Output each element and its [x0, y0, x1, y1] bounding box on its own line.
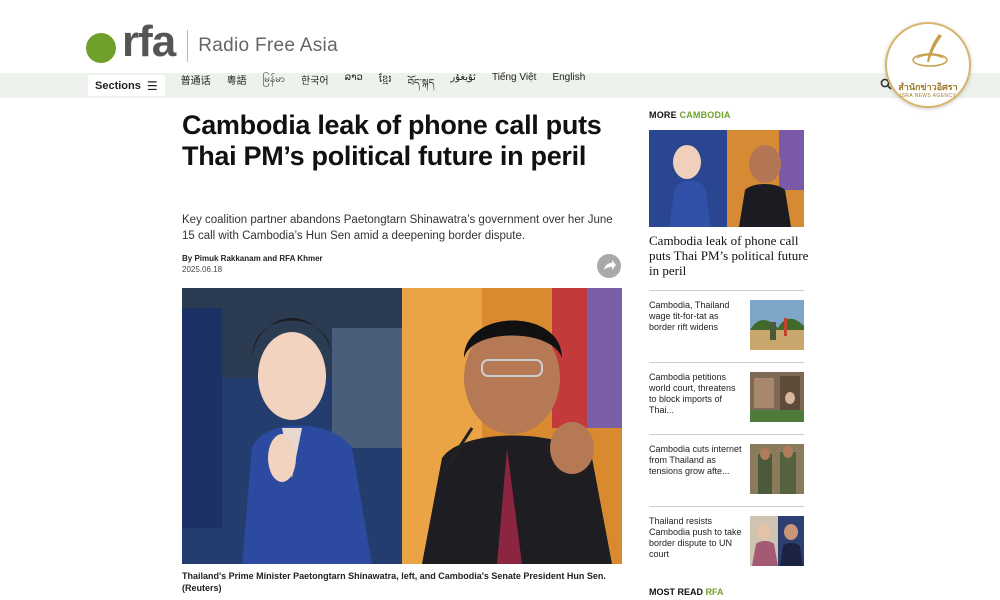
- sidebar-item-thumbnail[interactable]: [750, 300, 804, 350]
- sidebar-item-title[interactable]: Thailand resists Cambodia push to take b…: [649, 516, 743, 560]
- sidebar-feature-photo: [649, 130, 804, 227]
- quill-emblem-icon: [912, 34, 948, 67]
- language-link-cantonese[interactable]: 粵語: [227, 72, 247, 100]
- photo-thai-prime-minister: [182, 288, 402, 564]
- site-name: Radio Free Asia: [198, 35, 338, 56]
- thumbnail-border-soldiers: [750, 300, 804, 350]
- sidebar-feature-title[interactable]: Cambodia leak of phone call puts Thai PM…: [649, 233, 809, 278]
- sidebar-divider: [649, 506, 804, 507]
- sidebar-item-title[interactable]: Cambodia petitions world court, threaten…: [649, 372, 743, 416]
- thumbnail-soldiers-internet: [750, 444, 804, 494]
- article-dek: Key coalition partner abandons Paetongta…: [182, 214, 613, 242]
- article-date: 2025.06.18: [182, 265, 223, 274]
- thumbnail-thai-officials: [750, 516, 804, 566]
- language-link-korean[interactable]: 한국어: [301, 72, 329, 100]
- article-headline: Cambodia leak of phone call puts Thai PM…: [182, 110, 602, 171]
- article-hero-image: [182, 288, 622, 564]
- most-read-label: MOST READ RFA: [649, 587, 724, 597]
- sidebar-divider: [649, 434, 804, 435]
- badge-subtitle: ISRA NEWS AGENCY: [899, 93, 957, 99]
- sidebar-item-thumbnail[interactable]: [750, 372, 804, 422]
- language-nav-bar: Sections ☰ 普通话 粵語 မြန်မာ 한국어 ລາວ ខ្មែរ བ…: [0, 72, 1000, 100]
- sidebar-divider: [649, 290, 804, 291]
- language-link-english[interactable]: English: [552, 72, 585, 100]
- sidebar-item-thumbnail[interactable]: [750, 516, 804, 566]
- sidebar-item-title[interactable]: Cambodia, Thailand wage tit-for-tat as b…: [649, 300, 743, 333]
- sidebar-item-thumbnail[interactable]: [750, 444, 804, 494]
- language-link-burmese[interactable]: မြန်မာ: [263, 72, 285, 100]
- site-header: rfa Radio Free Asia: [0, 0, 1000, 74]
- photo-hun-sen: [402, 288, 622, 564]
- most-read-prefix: MOST READ: [649, 587, 703, 597]
- isra-news-badge: สำนักข่าวอิศรา ISRA NEWS AGENCY: [885, 22, 971, 108]
- more-section-label: MORE CAMBODIA: [649, 110, 731, 120]
- more-label-prefix: MORE: [649, 110, 677, 120]
- article-byline[interactable]: By Pimuk Rakkanam and RFA Khmer: [182, 254, 323, 263]
- language-link-lao[interactable]: ລາວ: [345, 72, 363, 100]
- language-link-vietnamese[interactable]: Tiếng Việt: [492, 72, 536, 100]
- language-link-uyghur[interactable]: ئۇيغۇر: [450, 72, 476, 100]
- sidebar-divider: [649, 362, 804, 363]
- hero-image-caption: Thailand's Prime Minister Paetongtarn Sh…: [182, 571, 606, 593]
- hamburger-icon: ☰: [146, 78, 158, 93]
- sidebar-feature-image[interactable]: [649, 130, 804, 227]
- share-button[interactable]: [597, 254, 621, 278]
- badge-title: สำนักข่าวอิศรา: [898, 82, 958, 92]
- logo-divider: [187, 30, 189, 62]
- sections-menu-button[interactable]: Sections ☰: [88, 75, 165, 96]
- share-arrow-icon: [604, 260, 616, 270]
- language-link-khmer[interactable]: ខ្មែរ: [379, 72, 392, 100]
- logo-dot-icon: [86, 33, 116, 63]
- language-list: 普通话 粵語 မြန်မာ 한국어 ລາວ ខ្មែរ བོད་སྐད ئۇيغ…: [181, 72, 602, 100]
- most-read-brand: RFA: [705, 587, 724, 597]
- sidebar-item-title[interactable]: Cambodia cuts internet from Thailand as …: [649, 444, 743, 477]
- site-logo[interactable]: rfa Radio Free Asia: [86, 20, 338, 64]
- sections-label: Sections: [95, 79, 141, 92]
- language-link-mandarin[interactable]: 普通话: [181, 72, 211, 100]
- thumbnail-world-court: [750, 372, 804, 422]
- more-label-topic[interactable]: CAMBODIA: [680, 110, 731, 120]
- language-link-tibetan[interactable]: བོད་སྐད: [408, 72, 435, 100]
- logo-text: rfa: [122, 17, 176, 66]
